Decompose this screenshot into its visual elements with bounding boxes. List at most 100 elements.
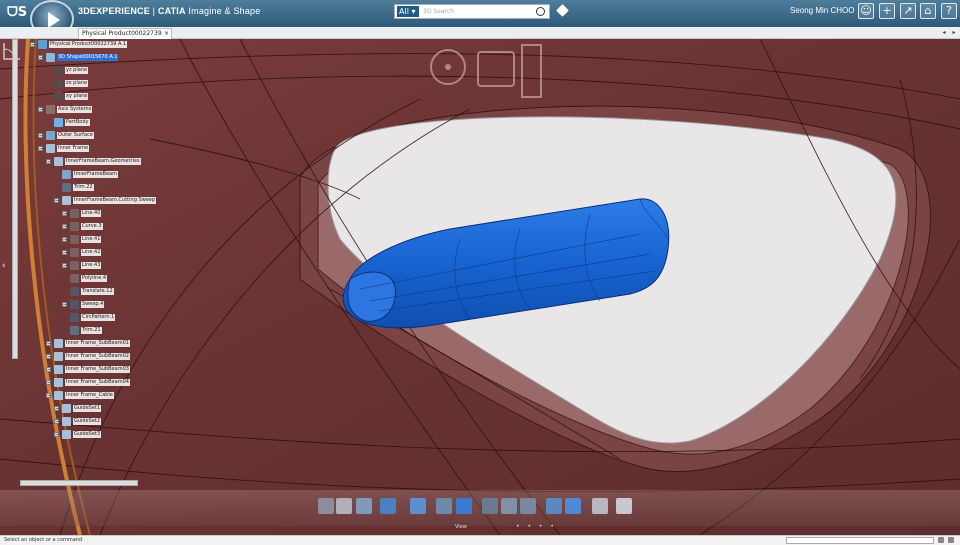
expand-toggle-icon[interactable]: − [62, 237, 67, 243]
top-bar: ᗜS 3DEXPERIENCE | CATIA Imagine & Shape … [0, 0, 960, 38]
specification-tree[interactable]: ‹ − Physical Product00022739 A.1 − 3D Shape… [0, 39, 157, 489]
tree-node-label: GuideSet1 [73, 405, 102, 412]
3d-viewport[interactable]: ‹ − Physical Product00022739 A.1 − 3D Shape… [0, 39, 960, 535]
expand-toggle-icon[interactable]: − [62, 224, 67, 230]
collapse-panel-icon[interactable]: ‹ [2, 261, 10, 271]
status-prompt: Select an object or a command [4, 537, 83, 543]
expand-toggle-icon[interactable]: − [62, 211, 67, 217]
sweep-icon [70, 300, 79, 309]
normal-view-icon[interactable] [546, 498, 562, 514]
expand-toggle-icon[interactable]: − [46, 367, 51, 373]
tree-node-label: Sweep.4 [81, 301, 105, 308]
iso-view-icon[interactable] [565, 498, 581, 514]
tree-node-label: Polyline.4 [81, 275, 108, 282]
expand-toggle-icon[interactable]: − [62, 302, 67, 308]
search-icon[interactable] [536, 7, 545, 16]
plane-icon [54, 92, 63, 101]
tree-node-label: zx plane [65, 80, 89, 87]
expand-toggle-icon[interactable]: − [46, 393, 51, 399]
expand-toggle-icon[interactable]: − [38, 133, 43, 139]
set-icon [54, 352, 63, 361]
expand-toggle-icon[interactable]: − [54, 406, 59, 412]
expand-toggle-icon[interactable]: − [30, 42, 35, 48]
status-filter-icon[interactable] [948, 537, 954, 543]
tree-node-label: Physical Product00022739 A.1 [49, 41, 128, 48]
tree-node-label: Inner Frame_SubBeam03 [65, 366, 130, 373]
axis-widget-icon[interactable] [0, 39, 24, 63]
tree-node-label: Axis Systems [57, 106, 93, 113]
tree-node-label: GuideSet2 [73, 418, 102, 425]
paste-icon[interactable] [356, 498, 372, 514]
brand-separator: | [149, 6, 158, 16]
add-icon[interactable]: + [879, 3, 895, 19]
share-icon[interactable]: ↗ [900, 3, 916, 19]
user-name[interactable]: Seong Min CHOO [790, 6, 854, 15]
expand-toggle-icon[interactable]: − [54, 432, 59, 438]
tree-node-label: Curve.3 [81, 223, 103, 230]
tree-vertical-scrollbar[interactable] [12, 39, 18, 359]
zoom-icon[interactable] [520, 498, 536, 514]
rotate-icon[interactable] [501, 498, 517, 514]
expand-toggle-icon[interactable]: − [46, 354, 51, 360]
expand-toggle-icon[interactable]: − [38, 55, 43, 61]
tree-node-label: InnerFrameBeam.Geometries [65, 158, 141, 165]
undo-sketch-icon[interactable] [318, 498, 334, 514]
user-profile-icon[interactable]: ☺ [858, 3, 874, 19]
expand-toggle-icon[interactable]: − [38, 107, 43, 113]
copy-icon[interactable] [336, 498, 352, 514]
pan-icon[interactable] [436, 498, 452, 514]
line-icon [70, 235, 79, 244]
expand-toggle-icon[interactable]: − [46, 380, 51, 386]
tree-node-label: Line.42 [81, 249, 102, 256]
expand-toggle-icon[interactable]: − [54, 198, 59, 204]
search-scope-label: All [399, 7, 409, 16]
help-icon[interactable]: ? [941, 3, 957, 19]
brand-prefix: 3DEXPERIENCE [78, 6, 150, 16]
split-view-icon[interactable] [616, 498, 632, 514]
expand-toggle-icon[interactable]: − [54, 419, 59, 425]
set-icon [54, 157, 63, 166]
command-input[interactable] [786, 537, 934, 544]
move-icon[interactable] [482, 498, 498, 514]
tag-icon[interactable] [556, 4, 569, 17]
surface-icon [46, 131, 55, 140]
tab-physical-product[interactable]: Physical Product00022739 A.1 × [78, 28, 172, 47]
tab-bar: Physical Product00022739 A.1 × ◂ ▸ [0, 27, 960, 47]
status-bar: Select an object or a command [0, 535, 960, 545]
product-icon [38, 40, 47, 49]
undo-icon[interactable] [380, 498, 396, 514]
tree-horizontal-scrollbar[interactable] [20, 480, 138, 486]
tree-node-label: Line.40 [81, 210, 102, 217]
hide-show-icon[interactable] [592, 498, 608, 514]
set-icon [54, 339, 63, 348]
close-icon[interactable]: × [164, 29, 169, 39]
brand-suffix: Imagine & Shape [185, 6, 261, 16]
tree-node-label: Outer Surface [57, 132, 94, 139]
trim-icon [62, 183, 71, 192]
expand-toggle-icon[interactable]: − [62, 250, 67, 256]
action-bar-section-label[interactable]: View [455, 524, 467, 530]
expand-toggle-icon[interactable]: − [46, 159, 51, 165]
expand-toggle-icon[interactable]: − [38, 146, 43, 152]
search-input[interactable]: All ▾ 3D Search [394, 4, 550, 19]
expand-toggle-icon[interactable]: − [62, 263, 67, 269]
tree-node-label: Inner Frame_SubBeam04 [65, 379, 130, 386]
fit-all-icon[interactable] [410, 498, 426, 514]
app-window: ᗜS 3DEXPERIENCE | CATIA Imagine & Shape … [0, 0, 960, 545]
set-icon [54, 365, 63, 374]
action-bar-page-dots[interactable]: • • • • [516, 523, 557, 530]
polyline-icon [70, 274, 79, 283]
search-scope-dropdown[interactable]: All ▾ [397, 6, 419, 17]
tree-node-label: Inner Frame_Cable [65, 392, 114, 399]
body-icon [54, 118, 63, 127]
expand-toggle-icon[interactable]: − [46, 341, 51, 347]
set-icon [54, 378, 63, 387]
app-brand: 3DEXPERIENCE | CATIA Imagine & Shape [78, 6, 260, 16]
status-settings-icon[interactable] [938, 537, 944, 543]
action-bar: View • • • • [0, 490, 960, 530]
shape-icon [46, 53, 55, 62]
tab-scroll-right-icon[interactable]: ▸ [950, 28, 958, 37]
cube-view-icon[interactable] [456, 498, 472, 514]
home-icon[interactable]: ⌂ [920, 3, 936, 19]
tab-scroll-left-icon[interactable]: ◂ [940, 28, 948, 37]
